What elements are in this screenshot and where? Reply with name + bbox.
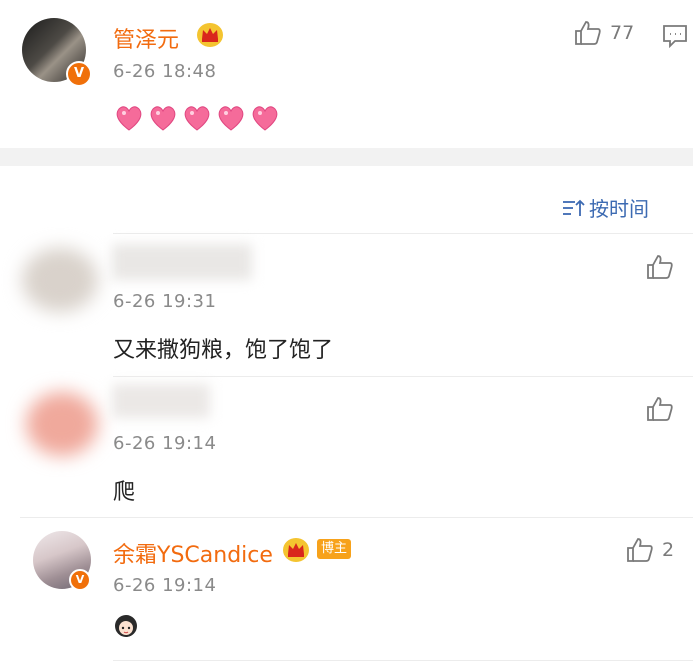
divider bbox=[113, 376, 693, 377]
like-button[interactable]: 77 bbox=[574, 20, 634, 46]
heart-emoji-icon bbox=[116, 106, 142, 131]
heart-emoji-icon bbox=[150, 106, 176, 131]
username[interactable]: 余霜YSCandice bbox=[113, 537, 273, 569]
username[interactable] bbox=[112, 244, 252, 280]
sort-toggle[interactable]: 按时间 bbox=[561, 193, 649, 222]
sort-icon bbox=[563, 199, 585, 216]
girl-face-emoji-icon bbox=[115, 615, 137, 637]
avatar[interactable] bbox=[26, 392, 98, 456]
emoji-row bbox=[114, 104, 280, 132]
divider bbox=[113, 233, 693, 234]
username[interactable]: 管泽元 bbox=[113, 22, 179, 54]
replies-section: 按时间 bbox=[0, 166, 693, 662]
like-button[interactable]: 2 bbox=[626, 537, 674, 563]
verified-badge-icon: V bbox=[69, 569, 91, 591]
divider bbox=[113, 660, 693, 661]
thumbs-up-icon bbox=[627, 538, 653, 562]
thumbs-up-icon[interactable] bbox=[646, 254, 674, 280]
timestamp: 6-26 18:48 bbox=[113, 61, 217, 82]
timestamp: 6-26 19:14 bbox=[113, 433, 217, 454]
heart-emoji-icon bbox=[218, 106, 244, 131]
comment-icon[interactable] bbox=[662, 24, 688, 48]
thumbs-up-icon bbox=[575, 21, 601, 45]
top-comment: V 管泽元 6-26 18:48 77 bbox=[0, 0, 693, 148]
thumbs-up-icon[interactable] bbox=[646, 396, 674, 422]
section-separator bbox=[0, 148, 693, 166]
username[interactable] bbox=[112, 384, 210, 418]
crown-icon bbox=[283, 538, 309, 562]
heart-emoji-icon bbox=[252, 106, 278, 131]
timestamp: 6-26 19:14 bbox=[113, 575, 217, 596]
blogger-badge: 博主 bbox=[317, 539, 352, 559]
like-count: 2 bbox=[662, 539, 675, 561]
divider bbox=[20, 517, 693, 518]
heart-emoji-icon bbox=[184, 106, 210, 131]
comment-text: 又来撒狗粮，饱了饱了 bbox=[113, 338, 334, 363]
verified-badge-icon: V bbox=[66, 61, 92, 87]
like-count: 77 bbox=[610, 22, 635, 44]
avatar[interactable] bbox=[22, 248, 98, 312]
timestamp: 6-26 19:31 bbox=[113, 291, 217, 312]
comment-text: 爬 bbox=[113, 480, 136, 505]
crown-icon bbox=[197, 23, 223, 47]
sort-label: 按时间 bbox=[589, 197, 649, 221]
